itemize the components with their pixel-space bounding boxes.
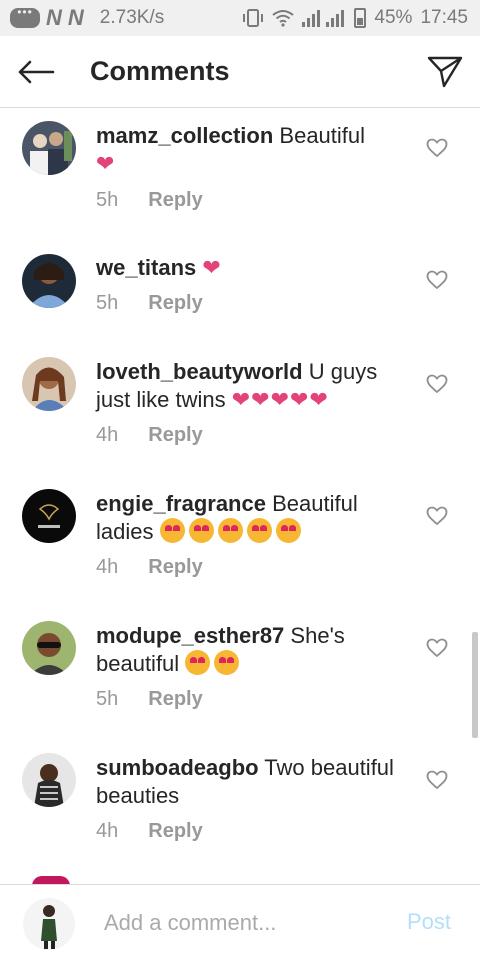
avatar[interactable] bbox=[22, 621, 76, 675]
comment-username[interactable]: loveth_beautyworld bbox=[96, 359, 303, 384]
status-bar-right: 45% 17:45 bbox=[242, 7, 468, 29]
comment-time: 4h bbox=[96, 556, 119, 578]
heart-outline-icon[interactable] bbox=[426, 373, 448, 395]
comment-text: sumboadeagbo Two beautiful beauties bbox=[96, 754, 396, 810]
share-button[interactable] bbox=[410, 36, 480, 108]
comment-emoji bbox=[159, 518, 305, 544]
comment-time: 4h bbox=[96, 820, 119, 842]
heart-outline-icon[interactable] bbox=[426, 137, 448, 159]
comments-list[interactable]: mamz_collection Beautiful ❤ 5h Reply we_… bbox=[0, 108, 480, 884]
heart-eyes-emoji-icon bbox=[217, 518, 243, 543]
arrow-left-icon bbox=[18, 60, 55, 83]
comment-time: 5h bbox=[96, 688, 119, 710]
comment-time: 5h bbox=[96, 292, 119, 314]
reply-button[interactable]: Reply bbox=[148, 189, 202, 212]
comment-text: mamz_collection Beautiful ❤ bbox=[96, 122, 396, 178]
status-bar: N N 2.73K/s 45% 17:45 bbox=[0, 0, 480, 36]
heart-outline-icon[interactable] bbox=[426, 505, 448, 527]
comment-composer: Post bbox=[0, 884, 480, 960]
page-title: Comments bbox=[90, 56, 230, 86]
comment-username[interactable]: engie_fragrance bbox=[96, 491, 266, 516]
reply-button[interactable]: Reply bbox=[148, 424, 202, 447]
clock: 17:45 bbox=[420, 7, 468, 28]
comment-emoji: ❤❤❤❤❤ bbox=[231, 387, 329, 412]
comment-text: loveth_beautyworld U guys just like twin… bbox=[96, 358, 396, 414]
back-button[interactable] bbox=[4, 36, 68, 108]
vibrate-icon bbox=[242, 8, 264, 28]
comment-emoji: ❤ bbox=[96, 151, 116, 176]
wifi-icon bbox=[272, 9, 295, 27]
reply-button[interactable]: Reply bbox=[148, 292, 202, 315]
comment-username[interactable]: we_titans bbox=[96, 255, 196, 280]
comment-message: Beautiful bbox=[279, 123, 366, 148]
heart-eyes-emoji-icon bbox=[188, 518, 214, 543]
comment-meta: 4h Reply bbox=[96, 556, 203, 579]
network-n-icon: N bbox=[67, 5, 84, 30]
heart-outline-icon[interactable] bbox=[426, 637, 448, 659]
network-n-icon: N bbox=[46, 5, 62, 30]
header-bar: Comments bbox=[0, 36, 480, 108]
net-speed: 2.73K/s bbox=[99, 7, 165, 28]
comment-username[interactable]: sumboadeagbo bbox=[96, 755, 259, 780]
comment-meta: 5h Reply bbox=[96, 292, 203, 315]
comment-text: we_titans ❤ bbox=[96, 254, 396, 282]
comment-username[interactable]: mamz_collection bbox=[96, 123, 273, 148]
comment-text: modupe_esther87 She's beautiful bbox=[96, 622, 396, 678]
signal-icon bbox=[302, 9, 346, 27]
heart-eyes-emoji-icon bbox=[246, 518, 272, 543]
message-icon bbox=[10, 5, 40, 28]
battery-percent: 45% bbox=[374, 7, 413, 28]
heart-eyes-emoji-icon bbox=[185, 650, 211, 675]
comment-username[interactable]: modupe_esther87 bbox=[96, 623, 284, 648]
heart-outline-icon[interactable] bbox=[426, 769, 448, 791]
status-bar-left: N N 2.73K/s bbox=[10, 5, 164, 31]
comment-text: engie_fragrance Beautiful ladies bbox=[96, 490, 396, 546]
comment-meta: 4h Reply bbox=[96, 424, 203, 447]
reply-button[interactable]: Reply bbox=[148, 688, 202, 711]
heart-eyes-emoji-icon bbox=[275, 518, 301, 543]
comment-emoji: ❤ bbox=[202, 255, 222, 280]
heart-eyes-emoji-icon bbox=[214, 650, 240, 675]
reply-button[interactable]: Reply bbox=[148, 556, 202, 579]
avatar[interactable] bbox=[22, 357, 76, 411]
avatar[interactable] bbox=[22, 753, 76, 807]
comment-time: 4h bbox=[96, 424, 119, 446]
comment-input[interactable] bbox=[104, 905, 394, 941]
comment-meta: 5h Reply bbox=[96, 189, 203, 212]
battery-icon bbox=[354, 8, 367, 28]
comment-emoji bbox=[185, 650, 243, 676]
comment-meta: 4h Reply bbox=[96, 820, 203, 843]
heart-eyes-emoji-icon bbox=[159, 518, 185, 543]
avatar[interactable] bbox=[22, 489, 76, 543]
avatar[interactable] bbox=[22, 254, 76, 308]
heart-outline-icon[interactable] bbox=[426, 269, 448, 291]
scrollbar[interactable] bbox=[472, 632, 478, 738]
comment-meta: 5h Reply bbox=[96, 688, 203, 711]
avatar bbox=[22, 897, 76, 951]
post-button[interactable]: Post bbox=[407, 909, 451, 935]
comment-time: 5h bbox=[96, 189, 119, 211]
reply-button[interactable]: Reply bbox=[148, 820, 202, 843]
paper-plane-icon bbox=[427, 56, 463, 87]
avatar[interactable] bbox=[22, 121, 76, 175]
